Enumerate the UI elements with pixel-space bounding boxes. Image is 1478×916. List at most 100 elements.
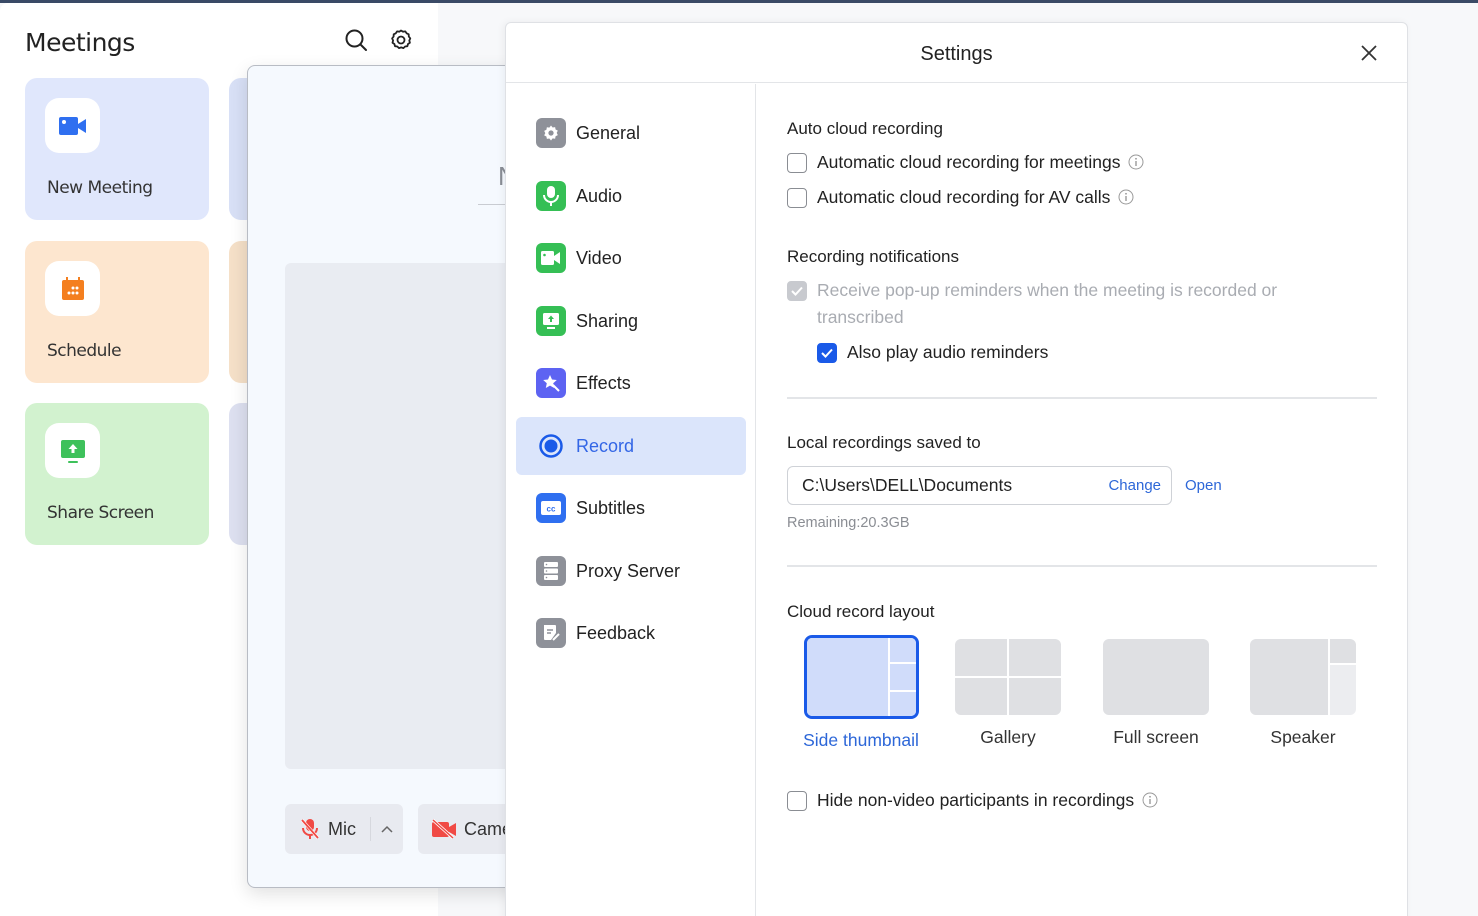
layout-option-label: Full screen [1113,727,1199,747]
sidebar-item-general[interactable]: General [516,104,746,162]
info-icon[interactable] [1118,189,1134,210]
mic-toggle[interactable]: Mic [285,804,370,854]
checkbox-label: Automatic cloud recording for AV calls [817,187,1111,207]
checkmark-icon [821,348,833,358]
local-recordings-title: Local recordings saved to [787,433,981,452]
recording-path-field: C:\Users\DELL\Documents Change [787,466,1172,505]
section-divider [787,565,1377,567]
layout-option-side-thumbnail[interactable]: Side thumbnail [802,635,920,751]
microphone-icon [536,181,566,211]
full-screen-preview [1103,639,1209,715]
layout-option-gallery[interactable]: Gallery [949,639,1067,748]
close-button[interactable] [1359,43,1379,63]
svg-text:cc: cc [547,505,556,514]
audio-reminders-checkbox[interactable] [817,343,837,363]
settings-header: Settings [506,23,1407,83]
sidebar-item-label: Feedback [576,622,656,643]
sidebar-item-effects[interactable]: Effects [516,354,746,412]
page-title: Meetings [25,28,135,57]
sidebar-item-label: General [576,122,641,143]
gear-icon [536,118,566,148]
effects-star-icon [536,368,566,398]
new-meeting-icon-box [45,98,100,153]
mic-label: Mic [328,818,356,839]
open-folder-button[interactable]: Open [1185,477,1222,494]
sidebar-item-sharing[interactable]: Sharing [516,292,746,350]
audio-reminders-option[interactable]: Also play audio reminders [817,342,1048,366]
close-icon [1361,45,1377,61]
auto-cloud-av-calls-checkbox[interactable] [787,188,807,208]
popup-label-line1: Receive pop-up reminders when the meetin… [817,280,1278,300]
hide-nonvideo-option[interactable]: Hide non-video participants in recording… [787,790,1158,814]
share-screen-card[interactable]: Share Screen [25,403,209,545]
layout-option-label: Speaker [1270,727,1336,747]
sidebar-item-video[interactable]: Video [516,229,746,287]
popup-reminders-checkbox [787,281,807,301]
calendar-icon [61,276,84,300]
auto-cloud-recording-title: Auto cloud recording [787,119,943,138]
info-icon[interactable] [1128,154,1144,175]
video-camera-icon [536,243,566,273]
chevron-up-icon [381,825,393,833]
sidebar-item-label: Proxy Server [576,560,681,581]
new-meeting-card[interactable]: New Meeting [25,78,209,220]
layout-option-label: Gallery [980,727,1036,747]
schedule-label: Schedule [47,341,122,361]
sidebar-item-label: Effects [576,372,631,393]
share-screen-label: Share Screen [47,503,154,523]
sidebar-item-label: Sharing [576,310,639,331]
schedule-icon-box [45,261,100,316]
search-icon[interactable] [344,28,368,52]
sidebar-item-feedback[interactable]: Feedback [516,604,746,662]
sidebar-item-record[interactable]: Record [516,417,746,475]
sidebar-item-subtitles[interactable]: cc Subtitles [516,479,746,537]
sidebar-item-label: Record [576,435,635,456]
sidebar-item-audio[interactable]: Audio [516,167,746,225]
checkbox-label: Hide non-video participants in recording… [817,790,1135,810]
popup-reminders-option: Receive pop-up reminders when the meetin… [787,280,1277,331]
layout-option-speaker[interactable]: Speaker [1244,639,1362,748]
new-meeting-label: New Meeting [47,178,153,198]
mic-muted-icon [300,819,320,839]
share-screen-icon [60,439,85,463]
settings-dialog: Settings General Audio Video Sharing Eff… [505,22,1408,916]
section-divider [787,397,1377,399]
change-path-button[interactable]: Change [1108,477,1161,494]
cc-icon: cc [536,493,566,523]
remaining-space: Remaining:20.3GB [787,515,910,531]
settings-title: Settings [920,43,993,65]
schedule-card[interactable]: Schedule [25,241,209,383]
feedback-icon [536,618,566,648]
auto-cloud-meetings-option[interactable]: Automatic cloud recording for meetings [787,152,1144,176]
sidebar-item-label: Video [576,247,622,268]
sidebar-item-label: Subtitles [576,497,646,518]
settings-sidebar: General Audio Video Sharing Effects Reco… [506,84,756,916]
gallery-preview [955,639,1061,715]
video-camera-icon [58,116,86,135]
side-thumbnail-preview [803,635,919,719]
recording-notifications-title: Recording notifications [787,247,959,266]
server-icon [536,556,566,586]
video-preview-area [285,263,516,769]
layout-option-full-screen[interactable]: Full screen [1097,639,1215,748]
cloud-record-layout-title: Cloud record layout [787,602,935,621]
info-icon[interactable] [1142,792,1158,813]
layout-option-label: Side thumbnail [803,730,919,750]
checkbox-label: Receive pop-up reminders when the meetin… [817,277,1277,331]
mic-button[interactable]: Mic [285,804,403,854]
recording-path-value: C:\Users\DELL\Documents [802,475,1013,495]
checkmark-icon [791,286,803,296]
share-screen-icon [536,306,566,336]
hide-nonvideo-checkbox[interactable] [787,791,807,811]
camera-off-icon [432,819,456,839]
camera-button[interactable]: Came [418,804,516,854]
speaker-preview [1250,639,1356,715]
auto-cloud-av-calls-option[interactable]: Automatic cloud recording for AV calls [787,187,1134,211]
gear-icon[interactable] [389,28,413,52]
checkbox-label: Automatic cloud recording for meetings [817,152,1121,172]
checkbox-label: Also play audio reminders [847,342,1049,362]
auto-cloud-meetings-checkbox[interactable] [787,153,807,173]
mic-options-caret[interactable] [371,825,403,833]
meeting-preview-window: N Mic Came [247,65,517,888]
sidebar-item-proxy-server[interactable]: Proxy Server [516,542,746,600]
